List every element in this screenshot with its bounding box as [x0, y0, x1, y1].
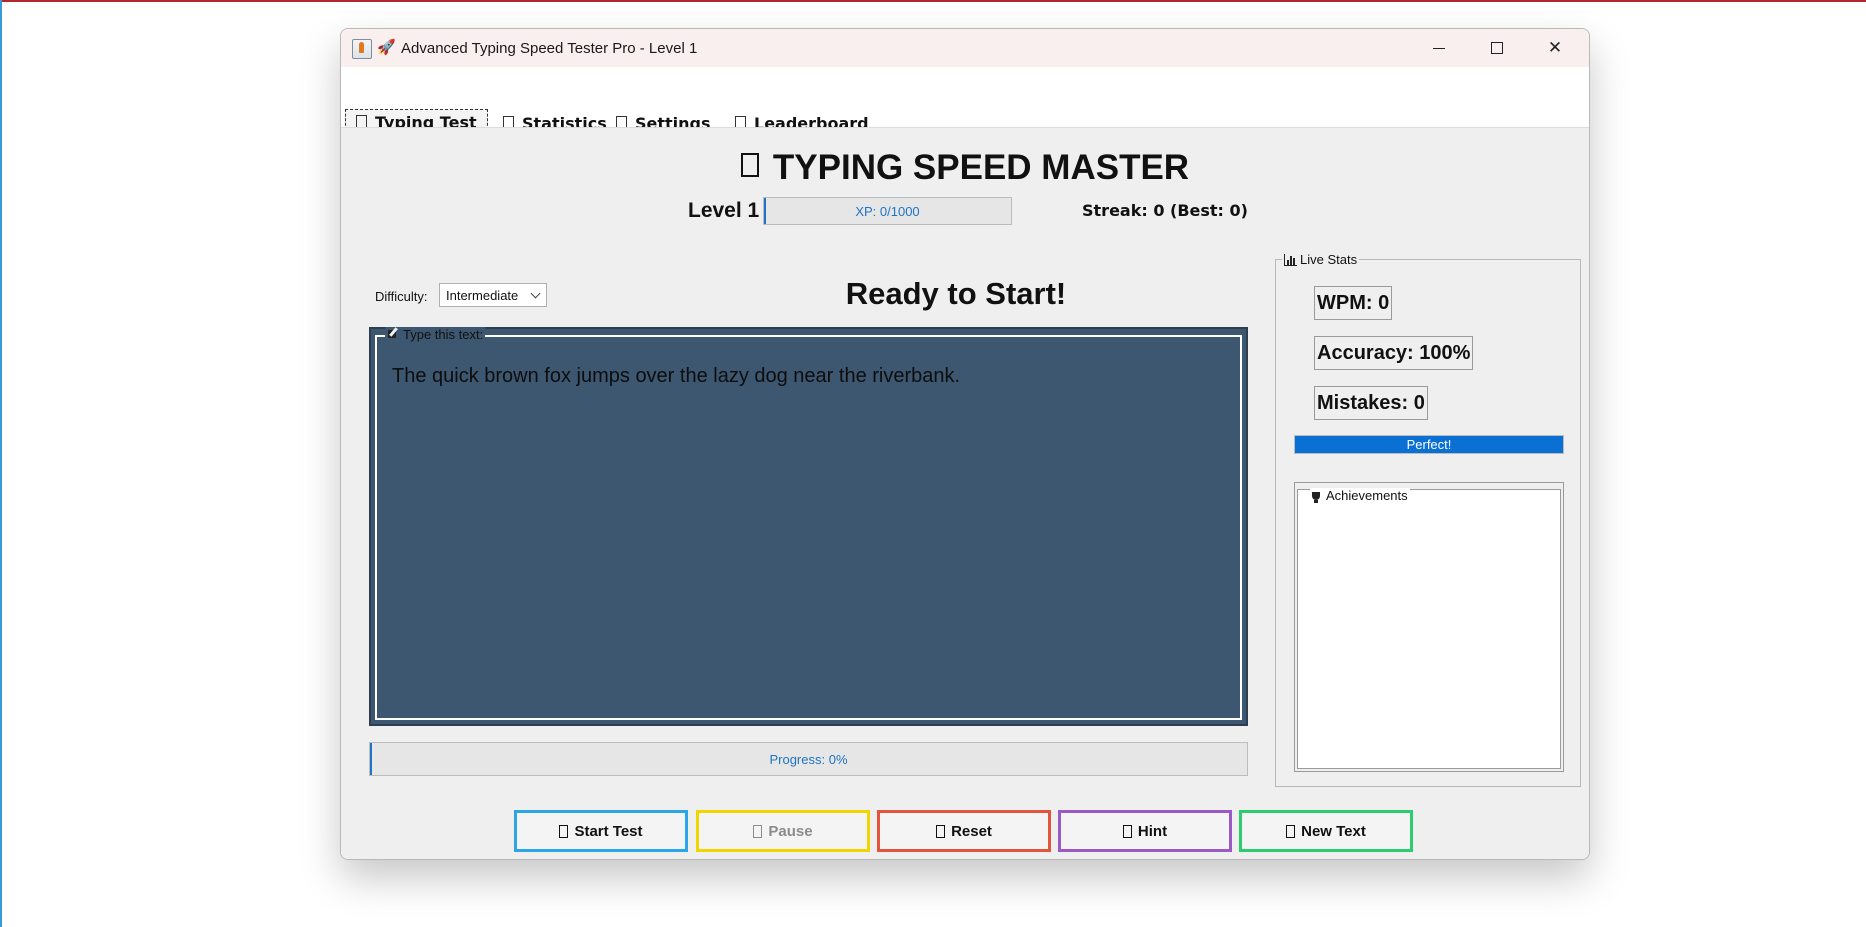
keyboard-icon: [740, 153, 759, 177]
achievements-legend: Achievements: [1310, 488, 1410, 503]
xp-progress-bar: XP: 0/1000: [763, 197, 1012, 225]
text-display-panel: Type this text: The quick brown fox jump…: [369, 327, 1248, 726]
text-panel-legend: Type this text:: [385, 327, 486, 342]
document-icon: [1286, 824, 1296, 838]
typing-progress-fill: [370, 743, 372, 775]
refresh-icon: [936, 824, 946, 838]
new-text-label: New Text: [1301, 822, 1366, 840]
live-stats-legend-label: Live Stats: [1300, 252, 1358, 267]
page-title-text: TYPING SPEED MASTER: [772, 148, 1190, 187]
window-title: Advanced Typing Speed Tester Pro - Level…: [401, 40, 698, 57]
reset-button[interactable]: Reset: [877, 810, 1051, 852]
hint-button[interactable]: Hint: [1058, 810, 1232, 852]
typing-test-panel: TYPING SPEED MASTER Level 1 XP: 0/1000 S…: [341, 127, 1589, 859]
hint-label: Hint: [1137, 822, 1168, 840]
pause-label: Pause: [768, 822, 813, 840]
chevron-down-icon: [530, 288, 541, 299]
xp-text: XP: 0/1000: [855, 203, 920, 219]
play-icon: [559, 824, 569, 838]
pause-icon: [753, 824, 763, 838]
java-app-icon: [352, 39, 372, 59]
app-window: 🚀 Advanced Typing Speed Tester Pro - Lev…: [340, 28, 1590, 860]
maximize-button[interactable]: [1469, 31, 1525, 65]
maximize-icon: [1491, 42, 1503, 54]
minimize-icon: [1433, 47, 1445, 49]
pause-button[interactable]: Pause: [696, 810, 870, 852]
difficulty-label: Difficulty:: [375, 289, 428, 304]
trophy-icon: [1312, 491, 1320, 503]
desktop-left-accent: [0, 0, 2, 927]
new-text-button[interactable]: New Text: [1239, 810, 1413, 852]
tab-bar: Typing Test Statistics Settings Leaderbo…: [341, 67, 1589, 135]
xp-progress-fill: [764, 198, 766, 224]
accuracy-stat: Accuracy: 100%: [1314, 336, 1474, 370]
live-stats-legend: Live Stats: [1282, 252, 1360, 267]
achievements-list[interactable]: Achievements: [1297, 488, 1561, 769]
page-title: TYPING SPEED MASTER: [341, 148, 1589, 188]
lightbulb-icon: [1122, 824, 1132, 838]
typing-progress-bar: Progress: 0%: [369, 742, 1248, 776]
level-label: Level 1: [688, 199, 760, 222]
difficulty-value: Intermediate: [446, 287, 519, 303]
live-stats-panel: Live Stats WPM: 0 Accuracy: 100% Mistake…: [1275, 252, 1581, 787]
achievements-panel: Achievements: [1294, 482, 1564, 772]
reset-label: Reset: [951, 822, 992, 840]
desktop-top-accent: [0, 0, 1866, 2]
close-icon: ✕: [1547, 38, 1563, 57]
wpm-stat: WPM: 0: [1314, 286, 1393, 320]
streak-label: Streak: 0 (Best: 0): [1082, 201, 1248, 220]
progress-text: Progress: 0%: [769, 751, 848, 767]
pencil-icon: [387, 329, 398, 340]
text-display-border: Type this text: The quick brown fox jump…: [375, 327, 1242, 720]
mistakes-stat: Mistakes: 0: [1314, 386, 1428, 420]
achievements-legend-label: Achievements: [1326, 488, 1408, 503]
close-button[interactable]: ✕: [1527, 31, 1583, 65]
accuracy-bar: Perfect!: [1294, 435, 1564, 454]
start-test-label: Start Test: [574, 822, 643, 840]
difficulty-select[interactable]: Intermediate: [439, 283, 547, 307]
title-bar: 🚀 Advanced Typing Speed Tester Pro - Lev…: [341, 29, 1589, 67]
start-test-button[interactable]: Start Test: [514, 810, 688, 852]
status-text: Ready to Start!: [845, 276, 1067, 311]
rocket-icon: 🚀: [377, 39, 396, 56]
bar-chart-icon: [1284, 253, 1297, 266]
minimize-button[interactable]: [1411, 31, 1467, 65]
text-panel-legend-label: Type this text:: [403, 327, 484, 342]
sample-text[interactable]: The quick brown fox jumps over the lazy …: [392, 365, 960, 388]
